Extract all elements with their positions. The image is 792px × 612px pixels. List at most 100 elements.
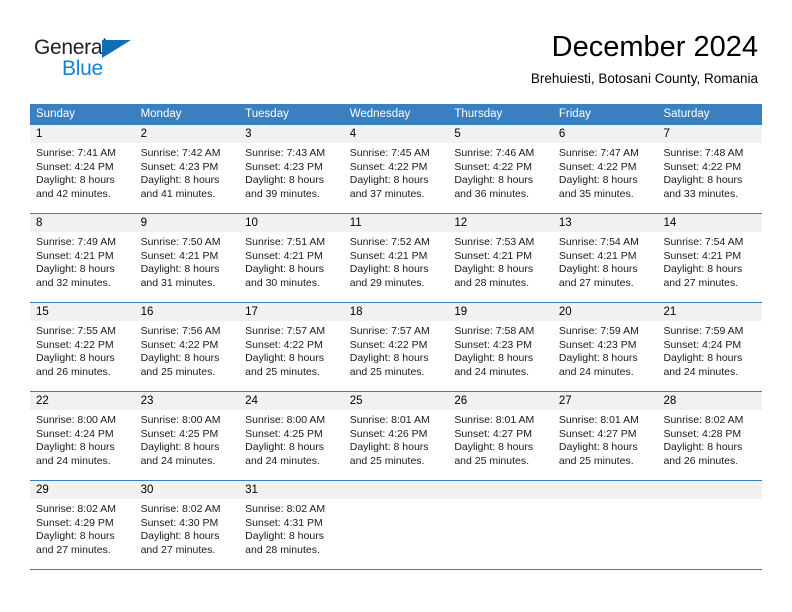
day-cell[interactable]: 25 Sunrise: 8:01 AM Sunset: 4:26 PM Dayligh…: [343, 392, 449, 480]
day-cell[interactable]: 18 Sunrise: 7:57 AM Sunset: 4:22 PM Dayligh…: [343, 303, 449, 391]
day-details: Sunrise: 7:43 AM Sunset: 4:23 PM Daylight:…: [239, 143, 344, 201]
day-details: Sunrise: 8:00 AM Sunset: 4:25 PM Daylight:…: [135, 410, 240, 468]
day-cell[interactable]: 17 Sunrise: 7:57 AM Sunset: 4:22 PM Dayligh…: [239, 303, 344, 391]
day-cell[interactable]: 21 Sunrise: 7:59 AM Sunset: 4:24 PM Dayligh…: [657, 303, 763, 391]
day-cell[interactable]: 7 Sunrise: 7:48 AM Sunset: 4:22 PM Daylight…: [657, 125, 763, 213]
sunset-text: Sunset: 4:21 PM: [245, 249, 323, 262]
day-number-band: 13: [552, 214, 658, 232]
day-cell[interactable]: 16 Sunrise: 7:56 AM Sunset: 4:22 PM Dayligh…: [134, 303, 240, 391]
week-row: 15 Sunrise: 7:55 AM Sunset: 4:22 PM Dayligh…: [30, 303, 763, 392]
daylight-text-line1: Daylight: 8 hours: [140, 441, 220, 454]
day-cell[interactable]: 22 Sunrise: 8:00 AM Sunset: 4:24 PM Dayligh…: [30, 392, 135, 480]
day-number: 18: [349, 306, 363, 318]
daylight-text-line2: and 24 minutes.: [454, 365, 530, 378]
day-details: Sunrise: 7:58 AM Sunset: 4:23 PM Daylight:…: [448, 321, 553, 379]
day-cell[interactable]: 31 Sunrise: 8:02 AM Sunset: 4:31 PM Dayligh…: [239, 481, 344, 569]
day-number: 25: [349, 395, 363, 407]
sunset-text: Sunset: 4:21 PM: [140, 249, 219, 262]
sunset-text: Sunset: 4:22 PM: [245, 338, 323, 351]
day-number-band: 20: [552, 303, 658, 321]
daylight-text-line2: and 25 minutes.: [245, 365, 320, 378]
daylight-text-line2: and 39 minutes.: [245, 187, 320, 200]
sunrise-text: Sunrise: 8:02 AM: [245, 503, 326, 515]
day-details: Sunrise: 7:56 AM Sunset: 4:22 PM Daylight:…: [135, 321, 240, 379]
sunset-text: Sunset: 4:21 PM: [36, 249, 114, 262]
daylight-text-line1: Daylight: 8 hours: [558, 174, 638, 187]
day-number: 26: [454, 395, 468, 407]
day-cell[interactable]: 5 Sunrise: 7:46 AM Sunset: 4:22 PM Daylight…: [448, 125, 553, 213]
daylight-text-line1: Daylight: 8 hours: [245, 530, 324, 543]
day-cell[interactable]: 4 Sunrise: 7:45 AM Sunset: 4:22 PM Daylight…: [343, 125, 449, 213]
sunset-text: Sunset: 4:24 PM: [663, 338, 742, 351]
day-number-band: 22: [30, 392, 135, 410]
day-cell[interactable]: 2 Sunrise: 7:42 AM Sunset: 4:23 PM Daylight…: [134, 125, 240, 213]
day-number: 27: [558, 395, 572, 407]
day-number: 2: [140, 128, 147, 140]
day-number: 22: [36, 395, 49, 407]
day-details: Sunrise: 8:02 AM Sunset: 4:30 PM Daylight:…: [135, 499, 240, 557]
daylight-text-line1: Daylight: 8 hours: [140, 174, 220, 187]
day-number-band: [657, 481, 763, 499]
day-cell[interactable]: 11 Sunrise: 7:52 AM Sunset: 4:21 PM Dayligh…: [343, 214, 449, 302]
day-cell[interactable]: 9 Sunrise: 7:50 AM Sunset: 4:21 PM Daylight…: [134, 214, 240, 302]
day-number-band: [343, 481, 449, 499]
sunset-text: Sunset: 4:26 PM: [349, 427, 428, 440]
daylight-text-line1: Daylight: 8 hours: [454, 174, 534, 187]
day-cell[interactable]: 12 Sunrise: 7:53 AM Sunset: 4:21 PM Dayligh…: [448, 214, 553, 302]
weekday-header-saturday: Saturday: [663, 108, 710, 120]
day-cell[interactable]: 6 Sunrise: 7:47 AM Sunset: 4:22 PM Daylight…: [552, 125, 658, 213]
sunrise-text: Sunrise: 8:01 AM: [454, 414, 535, 426]
day-cell[interactable]: 14 Sunrise: 7:54 AM Sunset: 4:21 PM Dayligh…: [657, 214, 763, 302]
day-number-band: 25: [343, 392, 449, 410]
day-cell[interactable]: 23 Sunrise: 8:00 AM Sunset: 4:25 PM Dayligh…: [134, 392, 240, 480]
day-cell[interactable]: 3 Sunrise: 7:43 AM Sunset: 4:23 PM Daylight…: [239, 125, 344, 213]
page-title: December 2024: [551, 31, 758, 63]
day-number-band: 11: [343, 214, 449, 232]
day-number: 4: [349, 128, 357, 140]
day-cell[interactable]: 26 Sunrise: 8:01 AM Sunset: 4:27 PM Dayligh…: [448, 392, 553, 480]
logo-text-blue: Blue: [62, 57, 103, 80]
sunrise-text: Sunrise: 7:50 AM: [140, 236, 221, 248]
daylight-text-line1: Daylight: 8 hours: [36, 530, 115, 543]
day-details: Sunrise: 7:59 AM Sunset: 4:24 PM Daylight:…: [657, 321, 762, 379]
day-number: 17: [245, 306, 258, 318]
day-details: Sunrise: 7:41 AM Sunset: 4:24 PM Daylight:…: [30, 143, 135, 201]
sunset-text: Sunset: 4:21 PM: [558, 249, 637, 262]
day-details: Sunrise: 8:01 AM Sunset: 4:27 PM Daylight:…: [448, 410, 553, 468]
day-details: Sunrise: 8:02 AM Sunset: 4:29 PM Daylight:…: [30, 499, 135, 557]
sunrise-text: Sunrise: 8:01 AM: [349, 414, 430, 426]
day-cell[interactable]: 29 Sunrise: 8:02 AM Sunset: 4:29 PM Dayligh…: [30, 481, 135, 569]
day-number: 13: [558, 217, 572, 229]
day-number: 14: [663, 217, 677, 229]
sunrise-text: Sunrise: 7:43 AM: [245, 147, 326, 159]
daylight-text-line1: Daylight: 8 hours: [245, 441, 324, 454]
day-number-band: [448, 481, 553, 499]
sunrise-text: Sunrise: 7:53 AM: [454, 236, 535, 248]
daylight-text-line2: and 24 minutes.: [36, 454, 111, 467]
daylight-text-line1: Daylight: 8 hours: [36, 263, 115, 276]
daylight-text-line2: and 27 minutes.: [140, 543, 216, 556]
daylight-text-line1: Daylight: 8 hours: [245, 352, 324, 365]
week-row: 29 Sunrise: 8:02 AM Sunset: 4:29 PM Dayligh…: [30, 481, 763, 570]
day-cell[interactable]: 10 Sunrise: 7:51 AM Sunset: 4:21 PM Dayligh…: [239, 214, 344, 302]
day-cell[interactable]: 24 Sunrise: 8:00 AM Sunset: 4:25 PM Dayligh…: [239, 392, 344, 480]
daylight-text-line2: and 27 minutes.: [663, 276, 739, 289]
daylight-text-line2: and 31 minutes.: [140, 276, 216, 289]
day-cell[interactable]: 19 Sunrise: 7:58 AM Sunset: 4:23 PM Dayligh…: [448, 303, 553, 391]
day-cell[interactable]: 27 Sunrise: 8:01 AM Sunset: 4:27 PM Dayligh…: [552, 392, 658, 480]
daylight-text-line2: and 42 minutes.: [36, 187, 111, 200]
day-cell-empty: [552, 481, 658, 569]
daylight-text-line1: Daylight: 8 hours: [663, 263, 743, 276]
day-cell[interactable]: 20 Sunrise: 7:59 AM Sunset: 4:23 PM Dayligh…: [552, 303, 658, 391]
day-cell[interactable]: 8 Sunrise: 7:49 AM Sunset: 4:21 PM Daylight…: [30, 214, 135, 302]
day-cell[interactable]: 13 Sunrise: 7:54 AM Sunset: 4:21 PM Dayligh…: [552, 214, 658, 302]
daylight-text-line2: and 25 minutes.: [349, 454, 425, 467]
day-number-band: 2: [134, 125, 240, 143]
day-cell[interactable]: 15 Sunrise: 7:55 AM Sunset: 4:22 PM Dayligh…: [30, 303, 135, 391]
sunrise-text: Sunrise: 7:47 AM: [558, 147, 639, 159]
day-number-band: 21: [657, 303, 763, 321]
daylight-text-line2: and 35 minutes.: [558, 187, 634, 200]
day-cell[interactable]: 1 Sunrise: 7:41 AM Sunset: 4:24 PM Daylight…: [30, 125, 135, 213]
day-cell[interactable]: 28 Sunrise: 8:02 AM Sunset: 4:28 PM Dayligh…: [657, 392, 763, 480]
day-cell[interactable]: 30 Sunrise: 8:02 AM Sunset: 4:30 PM Dayligh…: [134, 481, 240, 569]
